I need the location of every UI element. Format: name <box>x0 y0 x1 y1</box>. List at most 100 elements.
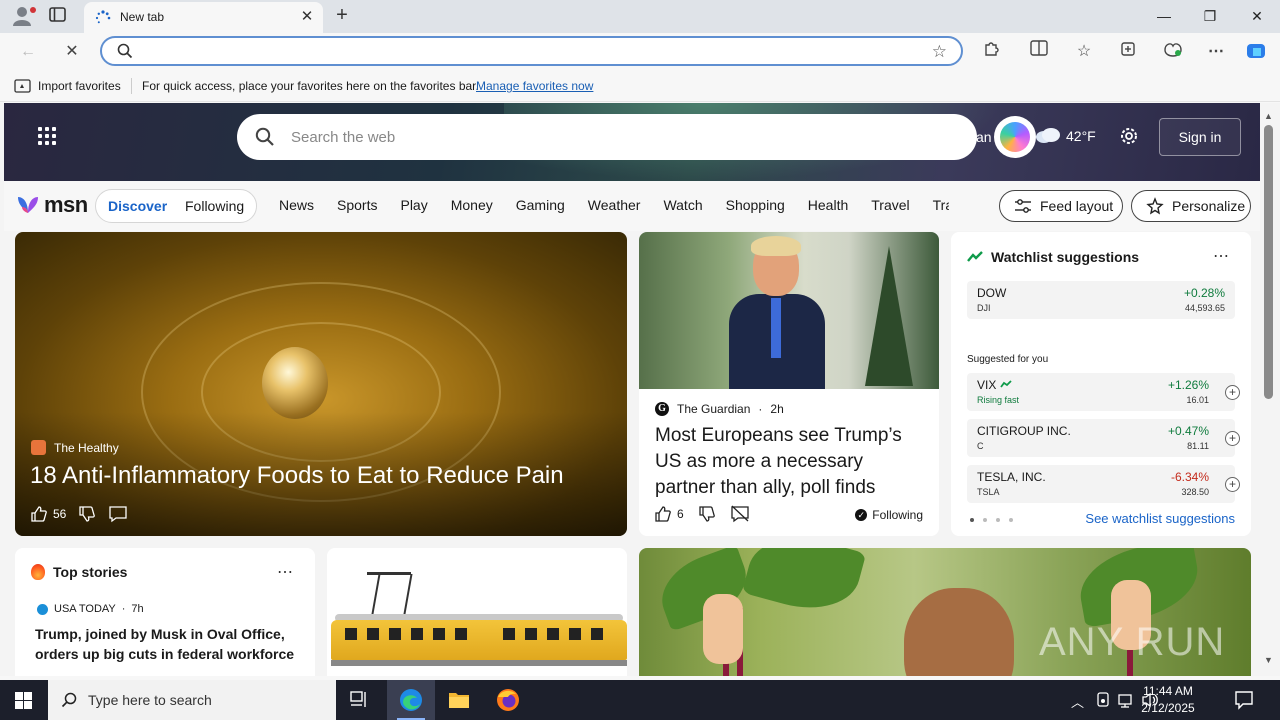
nav-link-truncated[interactable]: Tra <box>933 197 949 213</box>
see-watchlist-link[interactable]: See watchlist suggestions <box>1085 511 1235 526</box>
file-explorer-button[interactable] <box>435 680 483 720</box>
dislike-button[interactable] <box>78 505 96 523</box>
stop-loading-button[interactable]: ✕ <box>60 40 84 64</box>
nav-link-shopping[interactable]: Shopping <box>726 197 785 213</box>
app-launcher-icon[interactable] <box>38 127 58 147</box>
nav-link-sports[interactable]: Sports <box>337 197 377 213</box>
nav-link-health[interactable]: Health <box>808 197 848 213</box>
nav-link-news[interactable]: News <box>279 197 314 213</box>
system-clock[interactable]: 11:44 AM 2/12/2025 <box>1138 683 1198 717</box>
comment-button[interactable] <box>108 505 128 523</box>
more-options-icon[interactable]: ⋯ <box>1213 246 1229 266</box>
weather-temperature[interactable]: 42°F <box>1066 128 1096 144</box>
close-window-button[interactable]: ✕ <box>1234 0 1280 32</box>
nav-link-gaming[interactable]: Gaming <box>516 197 565 213</box>
page-scrollbar[interactable]: ▲ ▼ <box>1260 103 1280 676</box>
manage-favorites-link[interactable]: Manage favorites now <box>476 79 593 93</box>
tram-article-card[interactable] <box>327 548 627 676</box>
story-headline[interactable]: Trump, joined by Musk in Oval Office, or… <box>35 624 297 664</box>
minimize-button[interactable]: — <box>1141 0 1187 32</box>
favorites-icon[interactable]: ☆ <box>1072 40 1096 64</box>
page-dot[interactable] <box>1009 518 1013 522</box>
watchlist-title: Watchlist suggestions <box>991 249 1140 265</box>
copilot-button[interactable] <box>994 116 1036 158</box>
new-tab-button[interactable]: + <box>331 5 353 27</box>
news-article-card[interactable]: G The Guardian · 2h Most Europeans see T… <box>639 232 939 536</box>
page-dot-active[interactable] <box>970 518 974 522</box>
add-to-watchlist-button[interactable]: + <box>1225 385 1240 400</box>
page-dot[interactable] <box>983 518 987 522</box>
web-search-input[interactable] <box>291 125 931 149</box>
stock-row-citigroup[interactable]: CITIGROUP INC. C +0.47% 81.11 + <box>967 419 1240 457</box>
device-icon[interactable] <box>1096 692 1110 708</box>
profile-button[interactable] <box>8 4 36 30</box>
favorite-star-icon[interactable]: ☆ <box>932 42 947 62</box>
hero-article-card[interactable]: The Healthy 18 Anti-Inflammatory Foods t… <box>15 232 627 536</box>
settings-gear-icon[interactable] <box>1118 125 1140 147</box>
feed-mode-switch: Discover Following <box>95 189 257 223</box>
edge-taskbar-button[interactable] <box>387 680 435 720</box>
firefox-button[interactable] <box>484 680 532 720</box>
nav-link-travel[interactable]: Travel <box>871 197 909 213</box>
msn-nav-row: msn Discover Following News Sports Play … <box>4 181 1260 231</box>
split-screen-icon[interactable] <box>1027 40 1051 64</box>
network-icon[interactable] <box>1118 692 1136 708</box>
stock-row-tesla[interactable]: TESLA, INC. TSLA -6.34% 328.50 + <box>967 465 1240 503</box>
tab-following[interactable]: Following <box>185 198 244 214</box>
article-source[interactable]: The Healthy <box>31 440 119 455</box>
like-button[interactable]: 56 <box>30 505 66 523</box>
more-menu-icon[interactable]: ⋯ <box>1204 40 1228 64</box>
address-bar[interactable]: ☆ <box>100 36 963 66</box>
nav-link-money[interactable]: Money <box>451 197 493 213</box>
scroll-up-arrow-icon[interactable]: ▲ <box>1264 111 1273 121</box>
show-hidden-icons-chevron-icon[interactable]: ︿ <box>1071 692 1084 711</box>
stock-trend-icon <box>967 251 983 262</box>
like-button[interactable]: 6 <box>654 505 684 523</box>
close-tab-icon[interactable]: ✕ <box>299 9 315 25</box>
article-actions: 56 <box>30 505 128 523</box>
story-source[interactable]: USA TODAY · 7h <box>37 603 144 615</box>
stock-row-vix[interactable]: VIX Rising fast +1.26% 16.01 + <box>967 373 1240 411</box>
beet-article-card[interactable]: ANY RUN <box>639 548 1251 676</box>
add-to-watchlist-button[interactable]: + <box>1225 477 1240 492</box>
taskbar-search-box[interactable]: Type here to search <box>48 680 336 720</box>
tab-discover[interactable]: Discover <box>108 198 167 214</box>
scrollbar-thumb[interactable] <box>1264 125 1273 399</box>
extensions-icon[interactable] <box>979 40 1003 64</box>
start-button[interactable] <box>0 680 48 720</box>
comments-disabled-button[interactable] <box>730 505 750 523</box>
following-status[interactable]: ✓ Following <box>855 508 923 522</box>
import-favorites-button[interactable]: Import favorites <box>14 78 121 94</box>
web-search-box[interactable] <box>237 114 977 160</box>
collections-icon[interactable] <box>1116 40 1140 64</box>
browser-essentials-icon[interactable] <box>1161 40 1185 64</box>
tram-window <box>411 628 423 640</box>
nav-link-weather[interactable]: Weather <box>588 197 641 213</box>
dislike-button[interactable] <box>698 505 716 523</box>
article-source[interactable]: G The Guardian · 2h <box>655 402 784 416</box>
task-view-button[interactable] <box>336 680 384 720</box>
stock-change: -6.34% <box>1170 470 1209 484</box>
sign-in-button[interactable]: Sign in <box>1159 118 1241 156</box>
restore-button[interactable]: ❐ <box>1187 0 1233 32</box>
back-button[interactable]: ← <box>16 40 40 64</box>
carousel-pagination[interactable] <box>970 518 1013 522</box>
hero-article-title[interactable]: 18 Anti-Inflammatory Foods to Eat to Red… <box>30 462 620 490</box>
more-options-icon[interactable]: ⋯ <box>277 562 293 582</box>
header-cut-text: an <box>976 129 992 145</box>
msn-logo[interactable]: msn <box>16 191 88 219</box>
stock-row-dow[interactable]: DOW DJI +0.28% 44,593.65 <box>967 281 1235 319</box>
personalize-label: Personalize <box>1172 198 1246 214</box>
feed-layout-button[interactable]: Feed layout <box>999 190 1123 222</box>
notifications-icon[interactable] <box>1234 690 1254 710</box>
tab-new-tab[interactable]: New tab ✕ <box>84 2 323 33</box>
nav-link-watch[interactable]: Watch <box>663 197 702 213</box>
page-dot[interactable] <box>996 518 1000 522</box>
news-article-title[interactable]: Most Europeans see Trump’s US as more a … <box>655 423 927 501</box>
personalize-button[interactable]: Personalize <box>1131 190 1251 222</box>
scroll-down-arrow-icon[interactable]: ▼ <box>1264 655 1273 665</box>
tab-actions-button[interactable] <box>48 6 72 28</box>
nav-link-play[interactable]: Play <box>400 197 427 213</box>
copilot-icon[interactable] <box>1245 40 1269 64</box>
add-to-watchlist-button[interactable]: + <box>1225 431 1240 446</box>
